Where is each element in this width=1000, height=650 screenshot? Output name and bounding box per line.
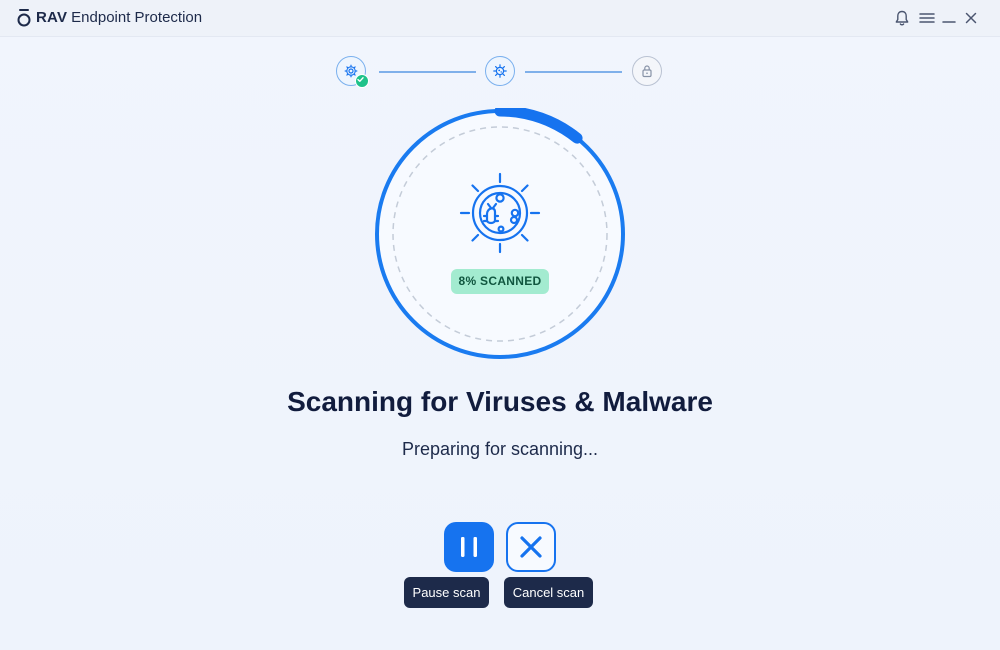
step-connector [379,71,476,73]
progress-stepper [0,56,1000,90]
pause-scan-tooltip: Pause scan [404,577,489,608]
scan-headline: Scanning for Viruses & Malware [287,386,713,417]
completed-check-icon [355,74,369,88]
cancel-scan-tooltip: Cancel scan [504,577,593,608]
scan-status-text: Preparing for scanning... [401,439,599,459]
step-settings [336,56,369,88]
virus-icon [493,64,507,78]
step-lock [632,56,662,86]
step-connector [525,71,622,73]
bell-icon[interactable] [893,9,911,27]
app-title-text: Endpoint Protection [71,9,203,26]
rav-logo-icon [17,9,31,27]
step-scan [485,56,515,86]
pause-icon [461,537,477,557]
scanned-percent-badge: 8% SCANNED [451,269,549,294]
minimize-icon[interactable] [940,9,958,27]
title-bar: RAV Endpoint Protection [0,0,1000,37]
menu-icon[interactable] [918,9,936,27]
virus-scan-icon [459,172,541,254]
x-icon [520,536,542,558]
app-title: RAV Endpoint Protection [36,9,202,26]
lock-icon [642,65,652,78]
pause-scan-button[interactable] [444,522,494,572]
close-icon[interactable] [962,9,980,27]
app-brand: RAV [36,9,68,26]
cancel-scan-button[interactable] [506,522,556,572]
